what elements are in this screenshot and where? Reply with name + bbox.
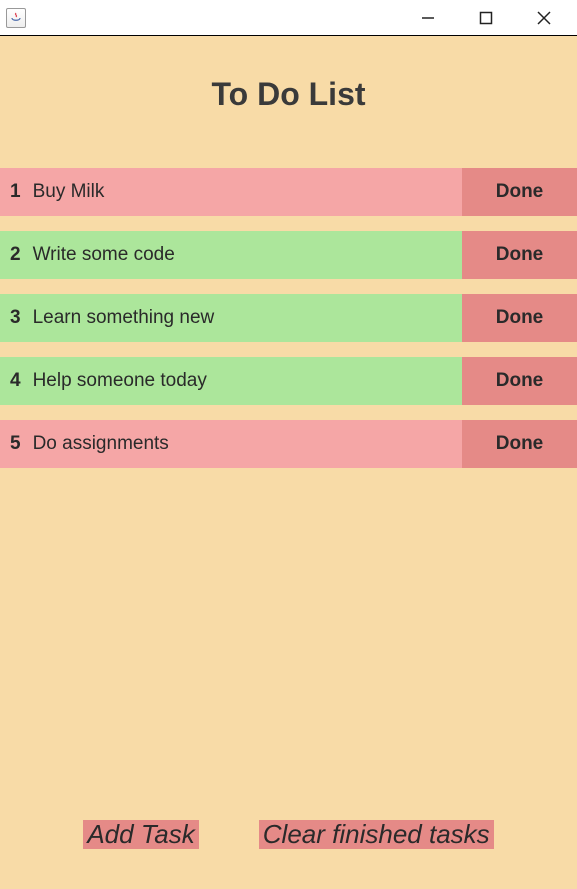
titlebar (0, 0, 577, 36)
task-body[interactable]: 1 Buy Milk (0, 168, 462, 216)
done-button[interactable]: Done (462, 231, 577, 279)
task-index: 2 (10, 244, 21, 266)
task-body[interactable]: 5 Do assignments (0, 420, 462, 468)
task-body[interactable]: 2 Write some code (0, 231, 462, 279)
task-text: Help someone today (33, 370, 207, 392)
clear-tasks-button[interactable]: Clear finished tasks (259, 820, 494, 849)
app-body: To Do List 1 Buy Milk Done 2 Write some … (0, 36, 577, 889)
minimize-button[interactable] (413, 3, 443, 33)
done-button[interactable]: Done (462, 168, 577, 216)
task-index: 4 (10, 370, 21, 392)
task-row: 4 Help someone today Done (0, 357, 577, 405)
task-index: 1 (10, 181, 21, 203)
task-row: 5 Do assignments Done (0, 420, 577, 468)
spacer (0, 468, 577, 820)
task-list: 1 Buy Milk Done 2 Write some code Done 3… (0, 168, 577, 468)
done-button[interactable]: Done (462, 357, 577, 405)
task-text: Learn something new (33, 307, 215, 329)
close-button[interactable] (529, 3, 559, 33)
task-text: Buy Milk (33, 181, 105, 203)
task-body[interactable]: 4 Help someone today (0, 357, 462, 405)
maximize-button[interactable] (471, 3, 501, 33)
done-button[interactable]: Done (462, 294, 577, 342)
window-controls (413, 3, 571, 33)
java-icon (6, 8, 26, 28)
task-index: 5 (10, 433, 21, 455)
task-text: Do assignments (33, 433, 169, 455)
task-body[interactable]: 3 Learn something new (0, 294, 462, 342)
footer: Add Task Clear finished tasks (0, 820, 577, 889)
task-text: Write some code (33, 244, 175, 266)
page-title: To Do List (0, 36, 577, 168)
task-row: 1 Buy Milk Done (0, 168, 577, 216)
task-row: 2 Write some code Done (0, 231, 577, 279)
task-row: 3 Learn something new Done (0, 294, 577, 342)
task-index: 3 (10, 307, 21, 329)
done-button[interactable]: Done (462, 420, 577, 468)
add-task-button[interactable]: Add Task (83, 820, 198, 849)
